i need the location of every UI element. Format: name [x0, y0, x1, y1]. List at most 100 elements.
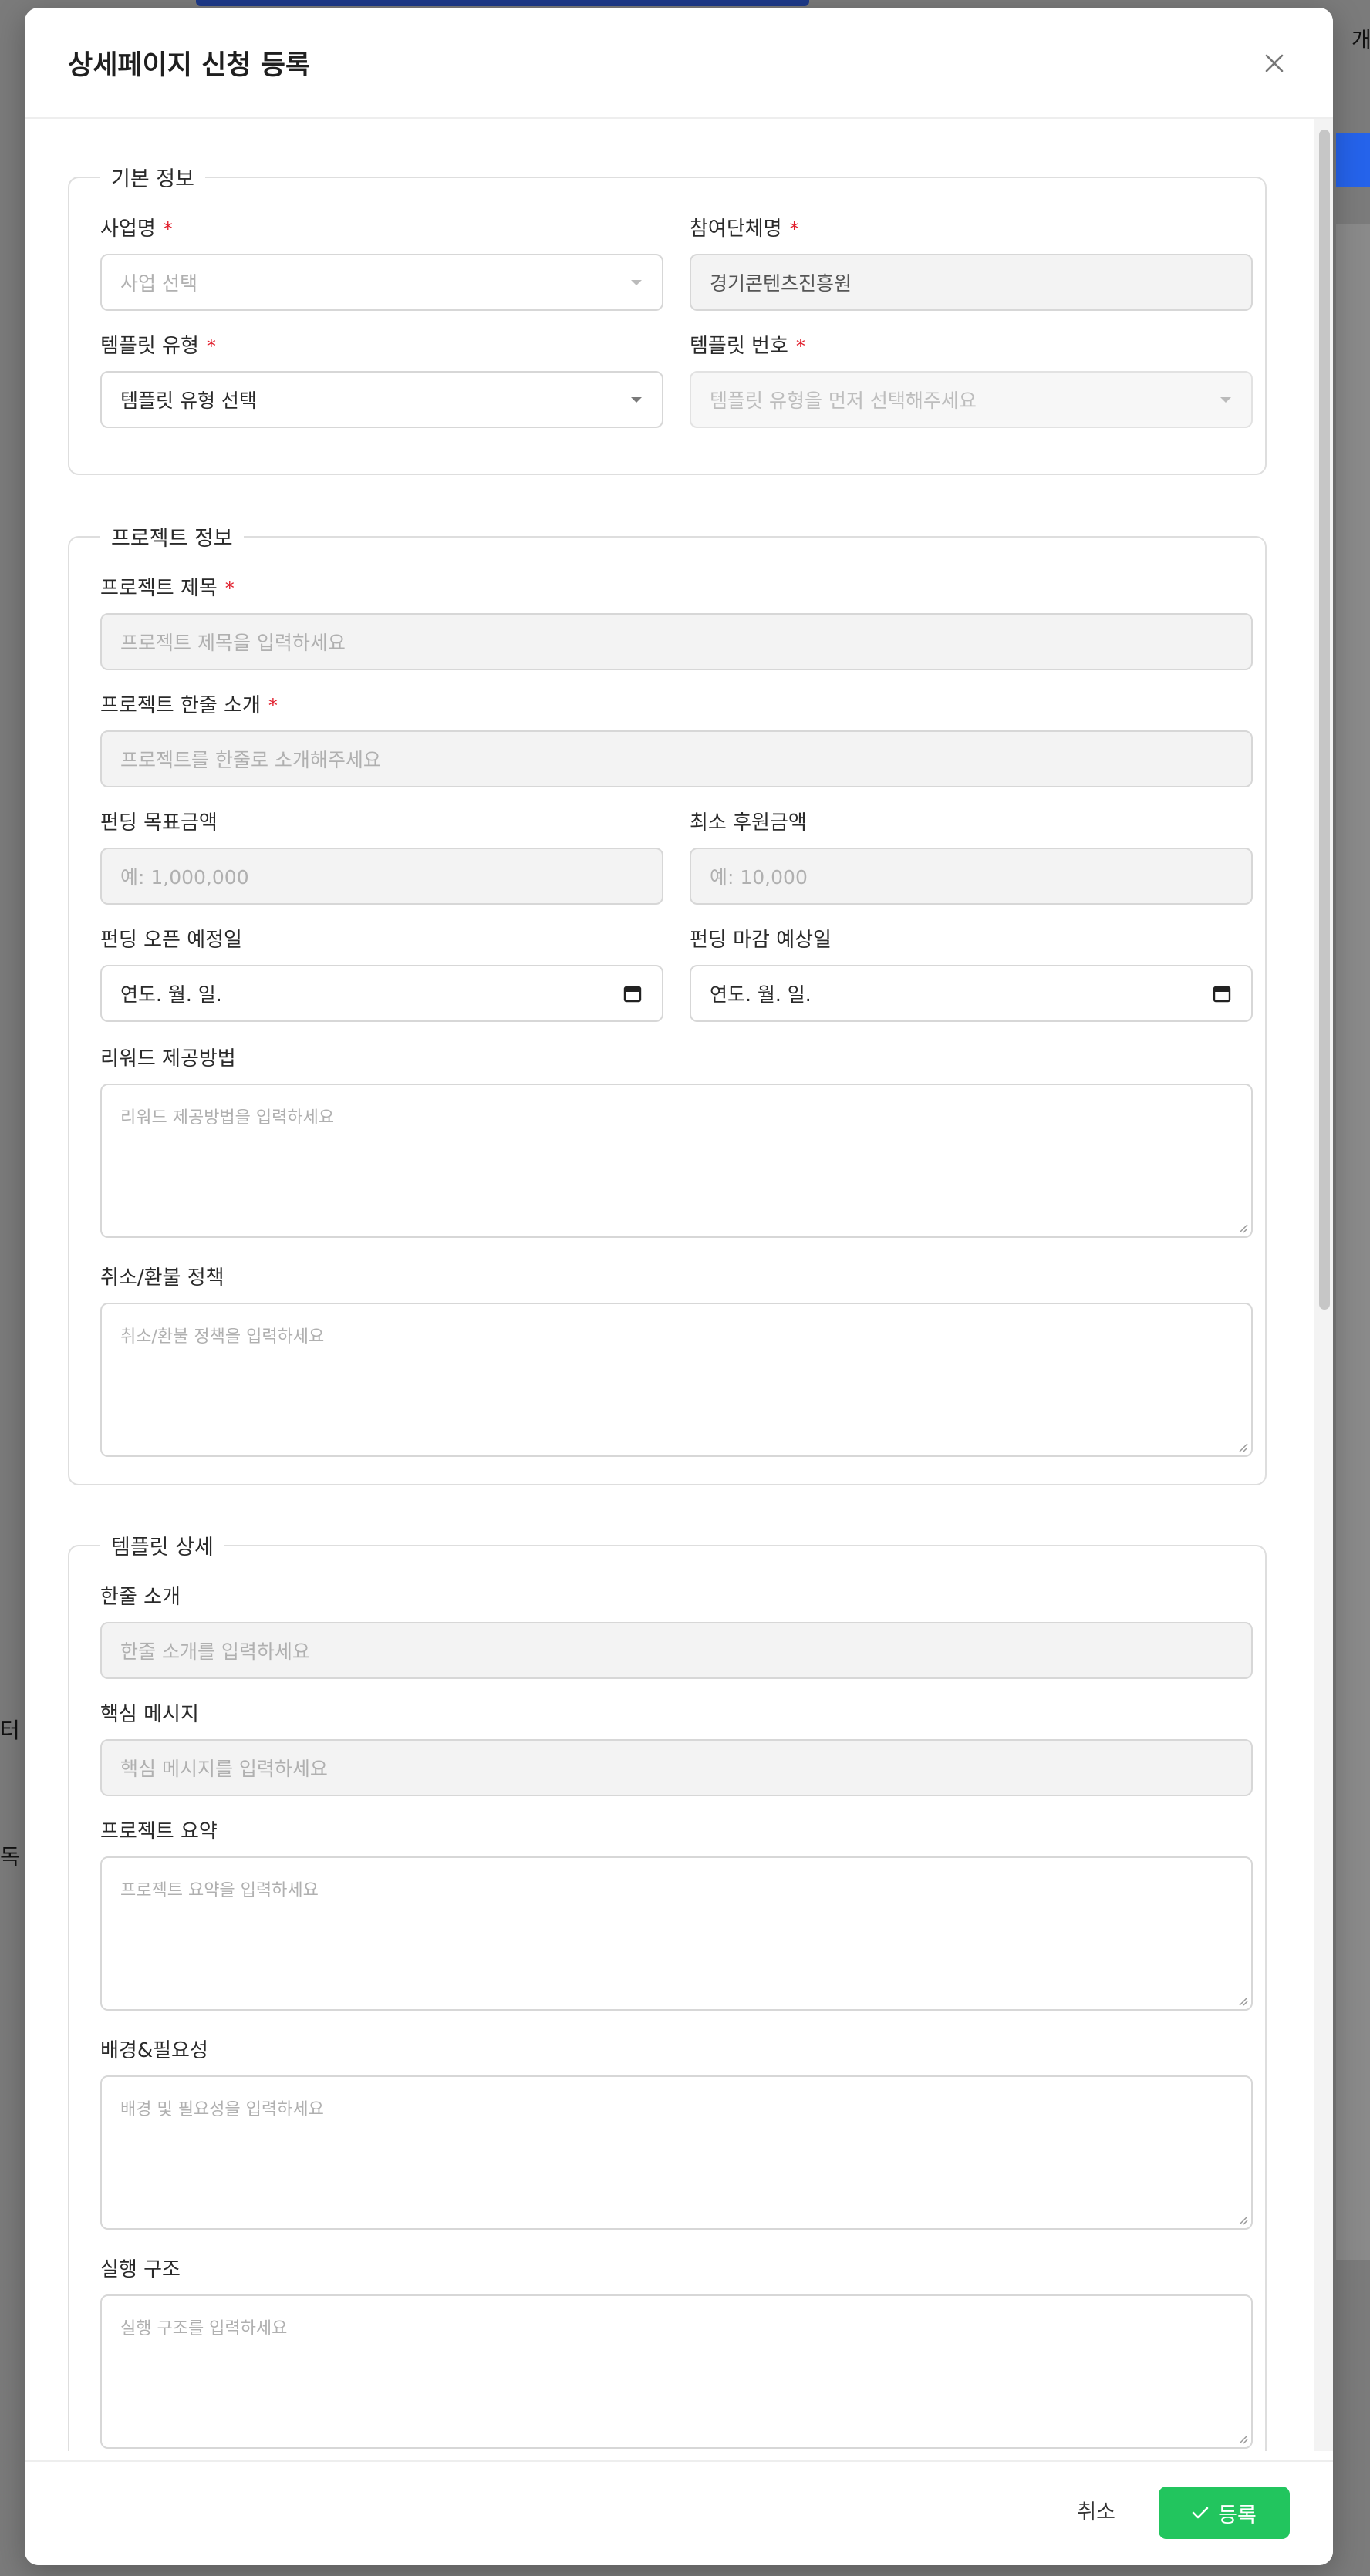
structure-field: 실행 구조 실행 구조를 입력하세요 [100, 2256, 1253, 2450]
goal-amount-placeholder: 예: 1,000,000 [120, 866, 249, 888]
min-amount-input[interactable]: 예: 10,000 [690, 848, 1253, 905]
summary-label: 프로젝트 요약 [100, 1820, 218, 1843]
background-field: 배경&필요성 배경 및 필요성을 입력하세요 [100, 2037, 1253, 2231]
open-date-value: 연도. 월. 일. [120, 983, 222, 1006]
template-type-select[interactable]: 템플릿 유형 선택 [100, 371, 663, 428]
required-mark: * [795, 335, 805, 357]
template-no-placeholder: 템플릿 유형을 먼저 선택해주세요 [710, 389, 977, 412]
basic-info-legend: 기본 정보 [111, 167, 194, 191]
calendar-icon[interactable] [1211, 983, 1233, 1004]
summary-textarea[interactable]: 프로젝트 요약을 입력하세요 [100, 1856, 1253, 2011]
structure-label: 실행 구조 [100, 2258, 181, 2281]
project-title-placeholder: 프로젝트 제목을 입력하세요 [120, 632, 346, 654]
org-input[interactable]: 경기콘텐츠진흥원 [690, 254, 1253, 311]
required-mark: * [268, 695, 278, 716]
summary-placeholder: 프로젝트 요약을 입력하세요 [120, 1881, 319, 1900]
project-title-field: 프로젝트 제목 * 프로젝트 제목을 입력하세요 [100, 575, 1253, 675]
resize-handle-icon[interactable] [1237, 1441, 1248, 1452]
min-amount-label: 최소 후원금액 [690, 811, 807, 835]
open-date-field: 펀딩 오픈 예정일 연도. 월. 일. [100, 926, 663, 1027]
reward-field: 리워드 제공방법 리워드 제공방법을 입력하세요 [100, 1045, 1253, 1239]
close-date-field: 펀딩 마감 예상일 연도. 월. 일. [690, 926, 1253, 1027]
close-icon [1265, 54, 1284, 72]
chevron-down-icon [631, 397, 642, 403]
check-icon [1192, 2507, 1209, 2519]
background-text: 터 [0, 1718, 20, 1743]
background-placeholder: 배경 및 필요성을 입력하세요 [120, 2100, 324, 2119]
message-placeholder: 핵심 메시지를 입력하세요 [120, 1758, 328, 1780]
required-mark: * [789, 218, 799, 240]
structure-textarea[interactable]: 실행 구조를 입력하세요 [100, 2294, 1253, 2449]
scrollbar-thumb[interactable] [1319, 130, 1330, 1310]
template-type-field: 템플릿 유형 * 템플릿 유형 선택 [100, 332, 663, 433]
project-title-input[interactable]: 프로젝트 제목을 입력하세요 [100, 613, 1253, 670]
intro-label: 한줄 소개 [100, 1586, 181, 1609]
intro-field: 한줄 소개 한줄 소개를 입력하세요 [100, 1583, 1253, 1684]
message-field: 핵심 메시지 핵심 메시지를 입력하세요 [100, 1701, 1253, 1801]
org-label: 참여단체명 [690, 217, 782, 241]
template-type-value: 템플릿 유형 선택 [120, 389, 257, 412]
required-mark: * [224, 578, 235, 599]
modal-title: 상세페이지 신청 등록 [68, 50, 311, 81]
project-oneline-field: 프로젝트 한줄 소개 * 프로젝트를 한줄로 소개해주세요 [100, 692, 1253, 792]
goal-amount-field: 펀딩 목표금액 예: 1,000,000 [100, 809, 663, 909]
template-no-label: 템플릿 번호 [690, 335, 788, 358]
goal-amount-input[interactable]: 예: 1,000,000 [100, 848, 663, 905]
resize-handle-icon[interactable] [1237, 1995, 1248, 2006]
goal-amount-label: 펀딩 목표금액 [100, 811, 218, 835]
template-no-field: 템플릿 번호 * 템플릿 유형을 먼저 선택해주세요 [690, 332, 1253, 433]
refund-label: 취소/환불 정책 [100, 1266, 224, 1290]
background-text: 독 [0, 1844, 20, 1870]
background-blue-button [1336, 133, 1370, 187]
project-title-label: 프로젝트 제목 [100, 577, 218, 600]
org-value: 경기콘텐츠진흥원 [710, 272, 852, 295]
template-detail-legend: 템플릿 상세 [111, 1536, 214, 1559]
business-select[interactable]: 사업 선택 [100, 254, 663, 311]
org-field: 참여단체명 * 경기콘텐츠진흥원 [690, 215, 1253, 315]
submit-label: 등록 [1218, 2503, 1257, 2527]
basic-info-section: 기본 정보 사업명 * 사업 선택 참여단체명 * 경기콘텐츠진흥원 템플릿 유형 *… [68, 162, 1267, 475]
cancel-button[interactable]: 취소 [1069, 2496, 1123, 2530]
project-info-section: 프로젝트 정보 프로젝트 제목 * 프로젝트 제목을 입력하세요 프로젝트 한줄 … [68, 521, 1267, 1485]
application-modal: 상세페이지 신청 등록 기본 정보 사업명 * 사업 선택 참여단체명 * 경기콘텐… [25, 8, 1333, 2565]
modal-header: 상세페이지 신청 등록 [25, 8, 1333, 119]
intro-input[interactable]: 한줄 소개를 입력하세요 [100, 1622, 1253, 1679]
open-date-input[interactable]: 연도. 월. 일. [100, 965, 663, 1022]
modal-footer: 취소 등록 [25, 2460, 1333, 2565]
chevron-down-icon [631, 280, 642, 285]
submit-button[interactable]: 등록 [1159, 2487, 1290, 2539]
close-date-input[interactable]: 연도. 월. 일. [690, 965, 1253, 1022]
structure-placeholder: 실행 구조를 입력하세요 [120, 2319, 288, 2338]
chevron-down-icon [1220, 397, 1231, 403]
business-label: 사업명 [100, 217, 156, 241]
close-date-value: 연도. 월. 일. [710, 983, 812, 1006]
reward-textarea[interactable]: 리워드 제공방법을 입력하세요 [100, 1084, 1253, 1238]
resize-handle-icon[interactable] [1237, 2433, 1248, 2444]
refund-textarea[interactable]: 취소/환불 정책을 입력하세요 [100, 1303, 1253, 1457]
template-detail-section: 템플릿 상세 한줄 소개 한줄 소개를 입력하세요 핵심 메시지 핵심 메시지를… [68, 1530, 1267, 2451]
min-amount-placeholder: 예: 10,000 [710, 866, 808, 888]
intro-placeholder: 한줄 소개를 입력하세요 [120, 1640, 310, 1663]
project-oneline-placeholder: 프로젝트를 한줄로 소개해주세요 [120, 749, 381, 771]
project-oneline-input[interactable]: 프로젝트를 한줄로 소개해주세요 [100, 730, 1253, 787]
resize-handle-icon[interactable] [1237, 2214, 1248, 2225]
background-label: 배경&필요성 [100, 2039, 208, 2062]
summary-field: 프로젝트 요약 프로젝트 요약을 입력하세요 [100, 1818, 1253, 2012]
open-date-label: 펀딩 오픈 예정일 [100, 929, 242, 952]
required-mark: * [206, 335, 216, 357]
close-date-label: 펀딩 마감 예상일 [690, 929, 832, 952]
project-oneline-label: 프로젝트 한줄 소개 [100, 694, 261, 717]
required-mark: * [163, 218, 173, 240]
background-textarea[interactable]: 배경 및 필요성을 입력하세요 [100, 2075, 1253, 2230]
refund-field: 취소/환불 정책 취소/환불 정책을 입력하세요 [100, 1264, 1253, 1458]
background-side-panel [1336, 224, 1370, 2260]
background-text: 개 [1351, 27, 1370, 52]
min-amount-field: 최소 후원금액 예: 10,000 [690, 809, 1253, 909]
message-input[interactable]: 핵심 메시지를 입력하세요 [100, 1739, 1253, 1796]
resize-handle-icon[interactable] [1237, 1222, 1248, 1233]
close-button[interactable] [1259, 48, 1290, 79]
calendar-icon[interactable] [622, 983, 643, 1004]
modal-body[interactable]: 기본 정보 사업명 * 사업 선택 참여단체명 * 경기콘텐츠진흥원 템플릿 유형 *… [25, 119, 1328, 2451]
business-field: 사업명 * 사업 선택 [100, 215, 663, 315]
template-no-select[interactable]: 템플릿 유형을 먼저 선택해주세요 [690, 371, 1253, 428]
